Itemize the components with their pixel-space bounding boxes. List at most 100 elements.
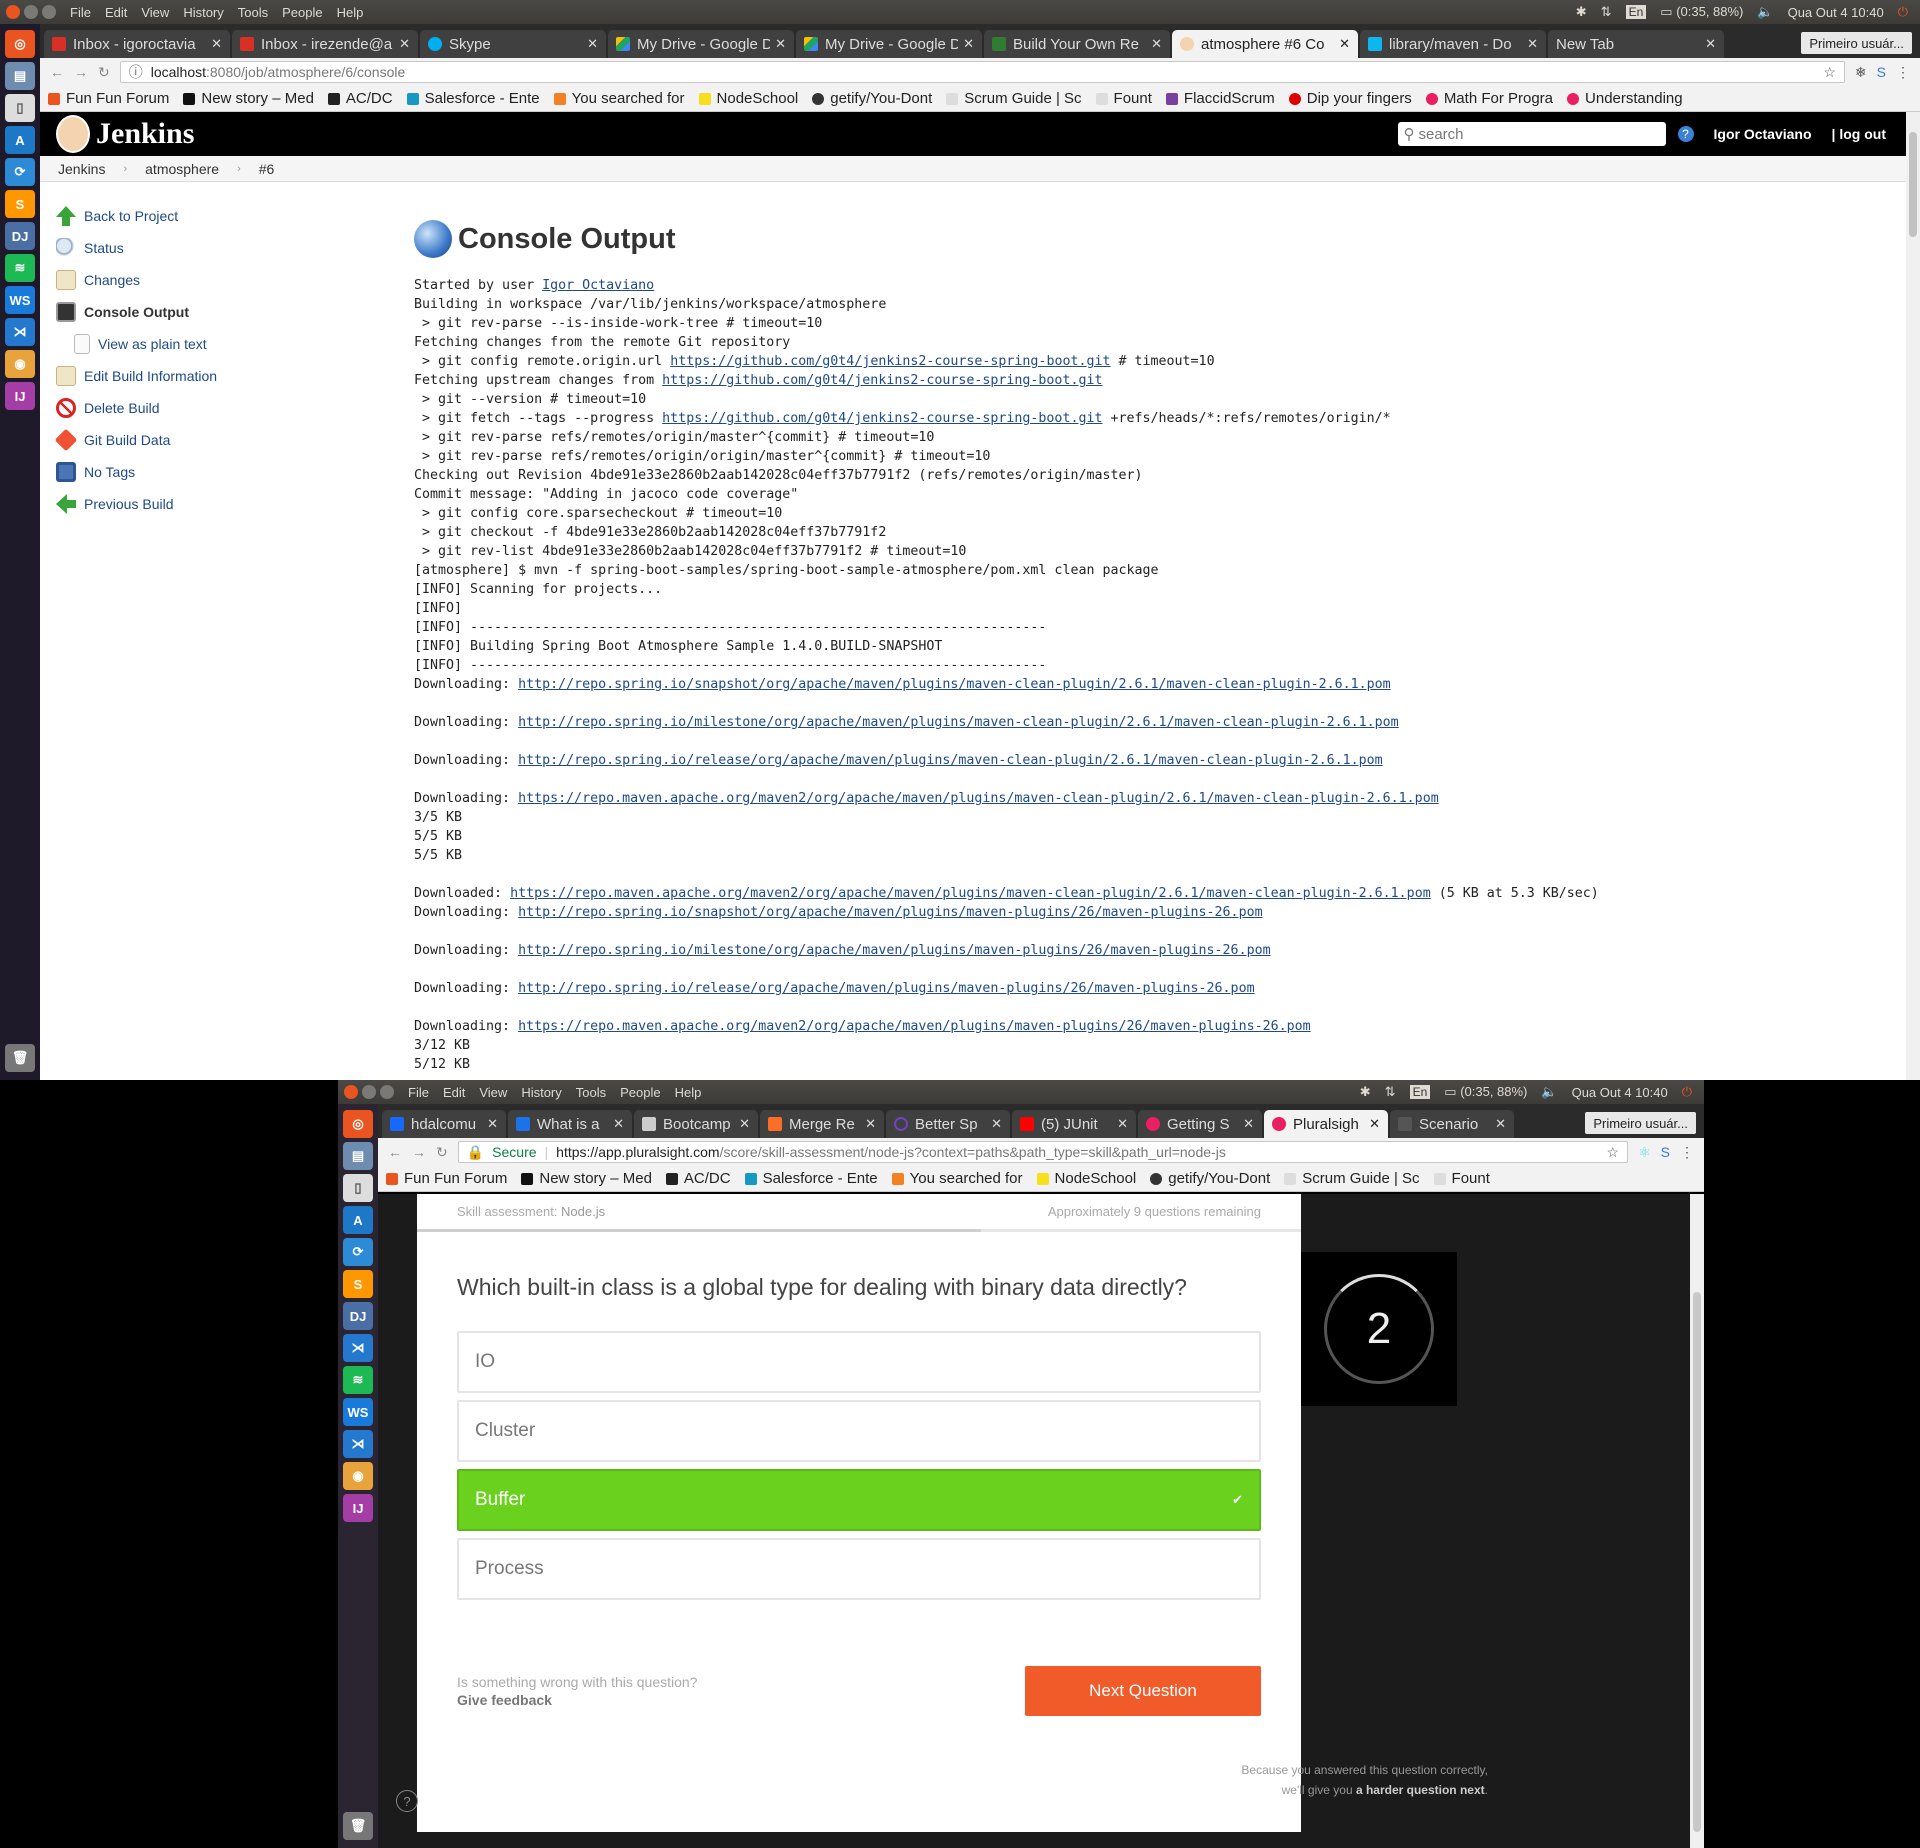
console-link[interactable]: http://repo.spring.io/release/org/apache… [518,981,1255,996]
browser-tab[interactable]: Bootcamp ✕ [634,1110,758,1138]
next-question-button[interactable]: Next Question [1025,1666,1261,1716]
vscode-icon[interactable]: ⋊ [343,1334,373,1362]
breadcrumb-job[interactable]: atmosphere [145,161,219,177]
window-controls[interactable] [6,5,56,19]
battery-indicator[interactable]: ▭ (0:35, 88%) [1660,4,1743,20]
browser-tab[interactable]: Better Sp ✕ [886,1110,1010,1138]
sidebar-item-previous-build[interactable]: Previous Build [56,488,356,520]
bookmark-item[interactable]: Fount [1433,1170,1490,1187]
back-icon[interactable]: ← [388,1144,402,1160]
maximize-window-button[interactable] [380,1085,394,1099]
close-tab-icon[interactable]: ✕ [587,36,598,52]
vscode-icon[interactable]: ⋊ [5,318,35,346]
menu-history[interactable]: History [521,1085,561,1100]
forward-icon[interactable]: → [74,64,88,80]
intellij-icon[interactable]: IJ [343,1494,373,1522]
console-link[interactable]: http://repo.spring.io/snapshot/org/apach… [518,905,1263,920]
sidebar-item-no-tags[interactable]: No Tags [56,456,356,488]
browser-tab[interactable]: Getting S ✕ [1138,1110,1262,1138]
bookmark-item[interactable]: New story – Med [521,1170,652,1187]
close-tab-icon[interactable]: ✕ [991,1116,1002,1132]
volume-icon[interactable]: 🔈 [1541,1084,1557,1100]
console-link[interactable]: Igor Octaviano [542,278,654,293]
menu-people[interactable]: People [620,1085,660,1100]
network-icon[interactable]: ✱ [1576,4,1587,20]
minimize-window-button[interactable] [24,5,38,19]
close-tab-icon[interactable]: ✕ [1339,36,1350,52]
close-tab-icon[interactable]: ✕ [211,36,222,52]
document-viewer-icon[interactable]: ▯ [5,94,35,122]
close-tab-icon[interactable]: ✕ [487,1116,498,1132]
bookmark-item[interactable]: Fun Fun Forum [48,90,169,107]
scrollbar-thumb[interactable] [1693,1292,1701,1832]
console-link[interactable]: https://repo.maven.apache.org/maven2/org… [518,1019,1311,1034]
menu-history[interactable]: History [183,5,223,20]
menu-file[interactable]: File [408,1085,429,1100]
bookmark-item[interactable]: You searched for [553,90,685,107]
page-scrollbar[interactable] [1906,112,1920,1080]
jetbrains-icon[interactable]: DJ [5,222,35,250]
browser-tab[interactable]: Inbox - irezende@a ✕ [232,30,418,58]
bookmark-item[interactable]: Dip your fingers [1288,90,1412,107]
bookmark-item[interactable]: Understanding [1567,90,1683,107]
console-link[interactable]: http://repo.spring.io/release/org/apache… [518,753,1383,768]
close-tab-icon[interactable]: ✕ [739,1116,750,1132]
transfer-icon[interactable]: ⇅ [1601,4,1612,20]
bookmark-item[interactable]: Math For Progra [1425,90,1553,107]
close-tab-icon[interactable]: ✕ [613,1116,624,1132]
bookmark-item[interactable]: AC/DC [327,90,393,107]
sidebar-item-changes[interactable]: Changes [56,264,356,296]
bookmark-item[interactable]: AC/DC [665,1170,731,1187]
menu-view[interactable]: View [479,1085,507,1100]
keyboard-layout[interactable]: En [1625,5,1647,19]
close-tab-icon[interactable]: ✕ [865,1116,876,1132]
bookmark-item[interactable]: You searched for [891,1170,1023,1187]
help-icon[interactable]: ? [1677,126,1694,142]
vscode-icon[interactable]: ⋊ [343,1430,373,1458]
browser-tab[interactable]: Build Your Own Re ✕ [984,30,1170,58]
close-tab-icon[interactable]: ✕ [1527,36,1538,52]
bookmark-item[interactable]: getify/You-Dont [1150,1170,1270,1187]
aptana-icon[interactable]: A [343,1206,373,1234]
sync-icon[interactable]: ⟳ [5,158,35,186]
console-link[interactable]: https://github.com/g0t4/jenkins2-course-… [670,354,1110,369]
close-tab-icon[interactable]: ✕ [1495,1116,1506,1132]
menu-file[interactable]: File [70,5,91,20]
bookmark-star-icon[interactable]: ☆ [1607,1144,1620,1161]
user-link[interactable]: Igor Octaviano [1714,126,1812,142]
close-tab-icon[interactable]: ✕ [1369,1116,1380,1132]
sidebar-item-console-output[interactable]: Console Output [56,296,356,328]
answer-option[interactable]: IO [457,1331,1261,1393]
transfer-icon[interactable]: ⇅ [1385,1084,1396,1100]
breadcrumb-jenkins[interactable]: Jenkins [58,161,105,177]
webstorm-icon[interactable]: WS [5,286,35,314]
extension-icon[interactable]: ❄ [1855,64,1867,81]
console-link[interactable]: https://repo.maven.apache.org/maven2/org… [518,791,1439,806]
menu-icon[interactable]: ⋮ [1680,1144,1694,1161]
logout-link[interactable]: | log out [1832,126,1886,142]
close-tab-icon[interactable]: ✕ [1117,1116,1128,1132]
close-window-button[interactable] [6,5,20,19]
battery-indicator[interactable]: ▭ (0:35, 88%) [1444,1084,1527,1100]
chevron-right-icon[interactable]: › [237,163,241,175]
browser-tab[interactable]: Scenario ✕ [1390,1110,1514,1138]
dash-icon[interactable]: ◎ [5,30,35,58]
bookmark-item[interactable]: NodeSchool [698,90,798,107]
menu-icon[interactable]: ⋮ [1896,64,1910,81]
console-link[interactable]: http://repo.spring.io/milestone/org/apac… [518,943,1271,958]
console-link[interactable]: https://github.com/g0t4/jenkins2-course-… [662,373,1102,388]
browser-tab[interactable]: My Drive - Google D ✕ [608,30,794,58]
aptana-icon[interactable]: A [5,126,35,154]
browser-tab[interactable]: Inbox - igoroctavia ✕ [44,30,230,58]
bookmark-item[interactable]: Scrum Guide | Sc [1284,1170,1420,1187]
search-input[interactable]: ⚲ search [1397,122,1666,146]
extension-icon[interactable]: S [1877,64,1886,80]
chrome-icon[interactable]: ◉ [5,350,35,378]
help-icon[interactable]: ? [396,1790,418,1812]
intellij-icon[interactable]: IJ [5,382,35,410]
close-tab-icon[interactable]: ✕ [1705,36,1716,52]
answer-option[interactable]: Process [457,1538,1261,1600]
spotify-icon[interactable]: ≋ [5,254,35,282]
minimize-window-button[interactable] [362,1085,376,1099]
close-tab-icon[interactable]: ✕ [1151,36,1162,52]
